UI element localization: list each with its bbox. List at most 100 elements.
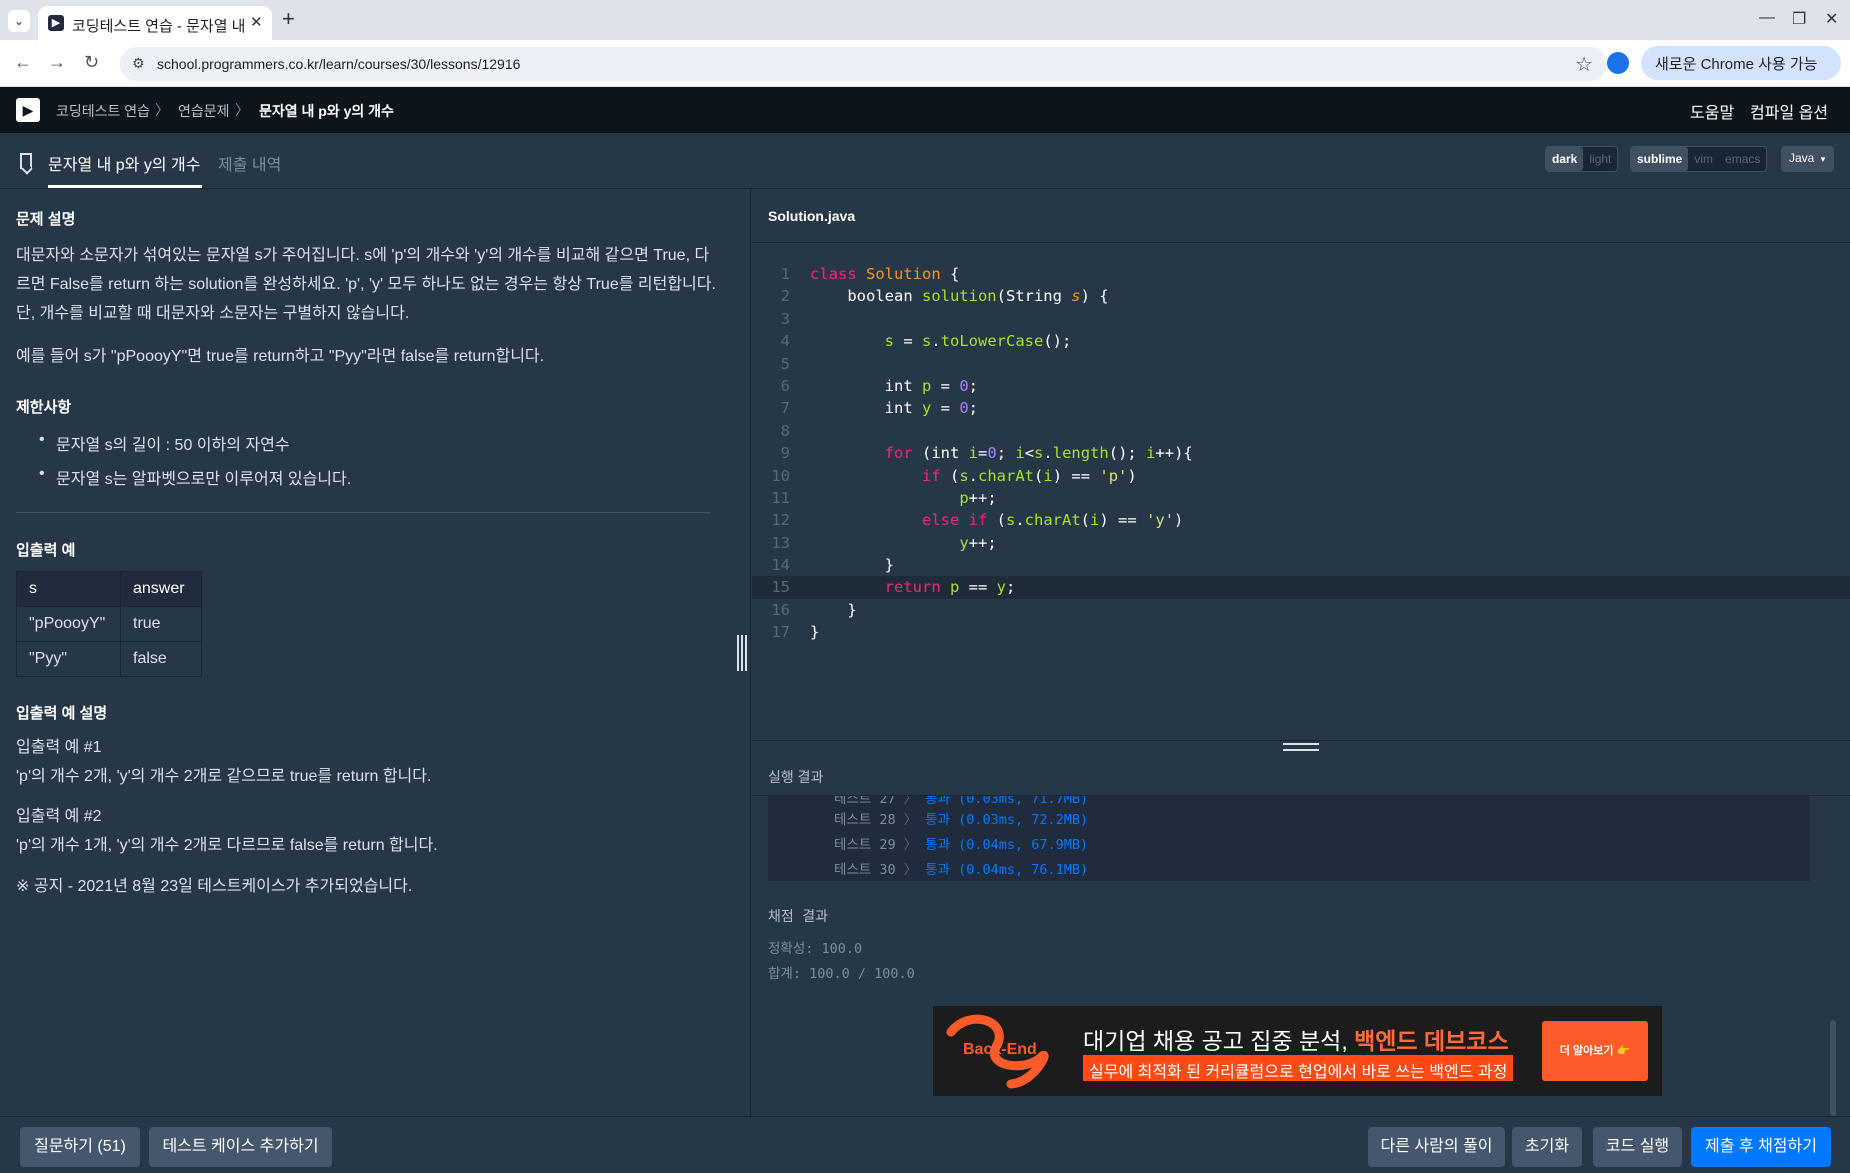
theme-dark-option[interactable]: dark <box>1546 147 1584 171</box>
others-solutions-button[interactable]: 다른 사람의 풀이 <box>1368 1127 1505 1167</box>
code-line: 1 class Solution { <box>780 265 960 283</box>
test-results-list[interactable]: 테스트 27 〉 통과 (0.03ms, 71.7MB) 테스트 28 〉 통과 (0.… <box>768 796 1810 881</box>
tab-search-icon[interactable]: ⌄ <box>8 10 30 32</box>
programmers-logo-icon[interactable]: ▶ <box>16 98 40 122</box>
table-cell: "pPoooyY" <box>16 606 121 642</box>
test-result: 통과 (0.04ms, 76.1MB) <box>925 862 1089 878</box>
test-result: 통과 (0.04ms, 67.9MB) <box>925 837 1089 853</box>
code-line: 5 <box>780 354 790 373</box>
code-line: 7 int y = 0; <box>780 399 979 418</box>
forward-icon[interactable]: → <box>48 52 66 73</box>
code-line: 11 p++; <box>771 488 997 507</box>
code-line: 9 for (int i=0; i<s.length(); i++){ <box>780 444 1193 463</box>
theme-light-option[interactable]: light <box>1583 147 1617 171</box>
code-line: 4 s = s.toLowerCase(); <box>780 332 1072 351</box>
address-bar: ← → ↻ ⚙ school.programmers.co.kr/learn/c… <box>0 40 1850 87</box>
compile-options-link[interactable]: 컴파일 옵션 <box>1750 99 1828 123</box>
grade-accuracy: 정확성: 100.0 <box>768 941 863 957</box>
io-description-title: 입출력 예 설명 <box>16 705 108 722</box>
section-divider <box>16 512 711 513</box>
code-line: 10 if (s.charAt(i) == 'p') <box>771 466 1137 485</box>
site-info-icon[interactable]: ⚙ <box>132 55 145 72</box>
code-area[interactable]: 1 class Solution { 2 boolean solution(Str… <box>752 263 1850 644</box>
table-header-row: s answer <box>16 571 202 607</box>
profile-avatar[interactable] <box>1607 52 1629 74</box>
code-line: 16 } <box>771 600 857 619</box>
reload-icon[interactable]: ↻ <box>84 52 99 73</box>
run-code-button[interactable]: 코드 실행 <box>1593 1127 1682 1167</box>
bookmark-icon[interactable] <box>20 153 32 169</box>
test-label: 테스트 30 <box>834 862 896 878</box>
bookmark-star-icon[interactable]: ☆ <box>1575 52 1593 77</box>
back-icon[interactable]: ← <box>14 52 32 73</box>
language-select[interactable]: Java ▾ <box>1781 146 1834 172</box>
panel-resize-handle[interactable] <box>737 635 747 671</box>
submit-button[interactable]: 제출 후 채점하기 <box>1691 1127 1831 1167</box>
tab-submissions[interactable]: 제출 내역 <box>218 151 281 175</box>
constraint-item: 문자열 s는 알파벳으로만 이루어져 있습니다. <box>39 465 351 489</box>
results-title: 실행 결과 <box>768 769 824 785</box>
code-editor[interactable]: Solution.java 1 class Solution { 2 boolea… <box>752 189 1850 740</box>
add-testcase-button[interactable]: 테스트 케이스 추가하기 <box>149 1127 332 1167</box>
close-tab-icon[interactable]: ✕ <box>250 13 263 31</box>
close-window-icon[interactable]: ✕ <box>1825 9 1838 29</box>
results-resize-handle[interactable] <box>1283 743 1319 751</box>
banner-logo-text: Back-End <box>963 1041 1037 1058</box>
table-cell: "Pyy" <box>16 641 121 677</box>
description-paragraph: 대문자와 소문자가 섞여있는 문자열 s가 주어집니다. s에 'p'의 개수와… <box>16 247 716 322</box>
table-header-answer: answer <box>120 571 202 607</box>
code-line: 14 } <box>771 556 894 575</box>
url-text: school.programmers.co.kr/learn/courses/3… <box>157 56 521 72</box>
help-link[interactable]: 도움말 <box>1690 99 1734 123</box>
app-header: ▶ 코딩테스트 연습 〉 연습문제 〉 문자열 내 p와 y의 개수 도움말 컴… <box>0 87 1850 133</box>
description-title: 문제 설명 <box>16 211 76 228</box>
keymap-sublime-option[interactable]: sublime <box>1631 147 1689 171</box>
table-cell: false <box>120 641 202 677</box>
example-1-title: 입출력 예 #1 <box>16 739 102 756</box>
banner-learn-more-button[interactable]: 더 알아보기 👉 <box>1542 1021 1648 1081</box>
breadcrumb-separator-icon: 〉 <box>235 102 249 118</box>
code-line: 13 y++; <box>771 533 997 552</box>
scrollbar[interactable] <box>1830 1020 1836 1116</box>
browser-tab-title: 코딩테스트 연습 - 문자열 내 <box>72 18 246 35</box>
tab-problem[interactable]: 문자열 내 p와 y의 개수 <box>48 151 200 175</box>
new-tab-icon[interactable]: + <box>282 6 295 32</box>
programmers-favicon-icon: ▶ <box>48 15 64 31</box>
problem-tab-row: 문자열 내 p와 y의 개수 제출 내역 dark light sublime … <box>0 133 1850 189</box>
ad-banner[interactable]: Back-End 대기업 채용 공고 집중 분석, 백엔드 데브코스 실무에 최… <box>933 1006 1662 1096</box>
table-row: "pPoooyY" true <box>16 606 202 642</box>
results-panel: 실행 결과 테스트 27 〉 통과 (0.03ms, 71.7MB) 테스트 28 〉… <box>752 740 1850 1116</box>
reset-button[interactable]: 초기화 <box>1512 1127 1582 1167</box>
theme-toggle: dark light <box>1545 146 1619 172</box>
ask-question-button[interactable]: 질문하기 (51) <box>20 1127 140 1167</box>
code-line: 17} <box>771 623 820 642</box>
grade-title: 채점 결과 <box>768 909 828 925</box>
banner-title-prefix: 대기업 채용 공고 집중 분석, <box>1083 1028 1355 1054</box>
keymap-emacs-option[interactable]: emacs <box>1719 147 1766 171</box>
url-input[interactable]: ⚙ school.programmers.co.kr/learn/courses… <box>120 47 1607 81</box>
browser-tab-active[interactable]: ▶ 코딩테스트 연습 - 문자열 내 ✕ <box>38 6 272 40</box>
example-1-text: 'p'의 개수 2개, 'y'의 개수 2개로 같으므로 true를 retur… <box>16 768 432 785</box>
breadcrumb-current: 문자열 내 p와 y의 개수 <box>259 103 394 119</box>
io-example-table: s answer "pPoooyY" true "Pyy" false <box>16 571 202 677</box>
chrome-update-button[interactable]: 새로운 Chrome 사용 가능 <box>1641 46 1841 80</box>
breadcrumb-coding-test[interactable]: 코딩테스트 연습 <box>56 101 150 121</box>
chevron-right-icon: 〉 <box>903 862 918 878</box>
chevron-right-icon: 〉 <box>903 796 918 807</box>
chevron-right-icon: 〉 <box>903 812 918 828</box>
list-item: 테스트 27 〉 통과 (0.03ms, 71.7MB) <box>834 796 1088 807</box>
breadcrumb-separator-icon: 〉 <box>155 102 169 118</box>
breadcrumb-practice[interactable]: 연습문제 <box>178 101 230 121</box>
list-item: 테스트 29 〉 통과 (0.04ms, 67.9MB) <box>834 833 1088 853</box>
browser-tab-bar: ⌄ ▶ 코딩테스트 연습 - 문자열 내 ✕ + — ❐ ✕ <box>0 0 1850 40</box>
editor-file-header: Solution.java <box>752 189 1850 243</box>
caret-down-icon: ▾ <box>1820 154 1826 164</box>
keymap-vim-option[interactable]: vim <box>1688 147 1719 171</box>
action-footer: 질문하기 (51) 테스트 케이스 추가하기 다른 사람의 풀이 초기화 코드 … <box>0 1116 1850 1173</box>
test-result: 통과 (0.03ms, 71.7MB) <box>925 796 1089 807</box>
code-line: 3 <box>780 309 790 328</box>
code-line-active: 15 return p == y; <box>752 576 1850 599</box>
restore-icon[interactable]: ❐ <box>1792 9 1806 29</box>
table-cell: true <box>120 606 202 642</box>
minimize-icon[interactable]: — <box>1759 9 1775 27</box>
